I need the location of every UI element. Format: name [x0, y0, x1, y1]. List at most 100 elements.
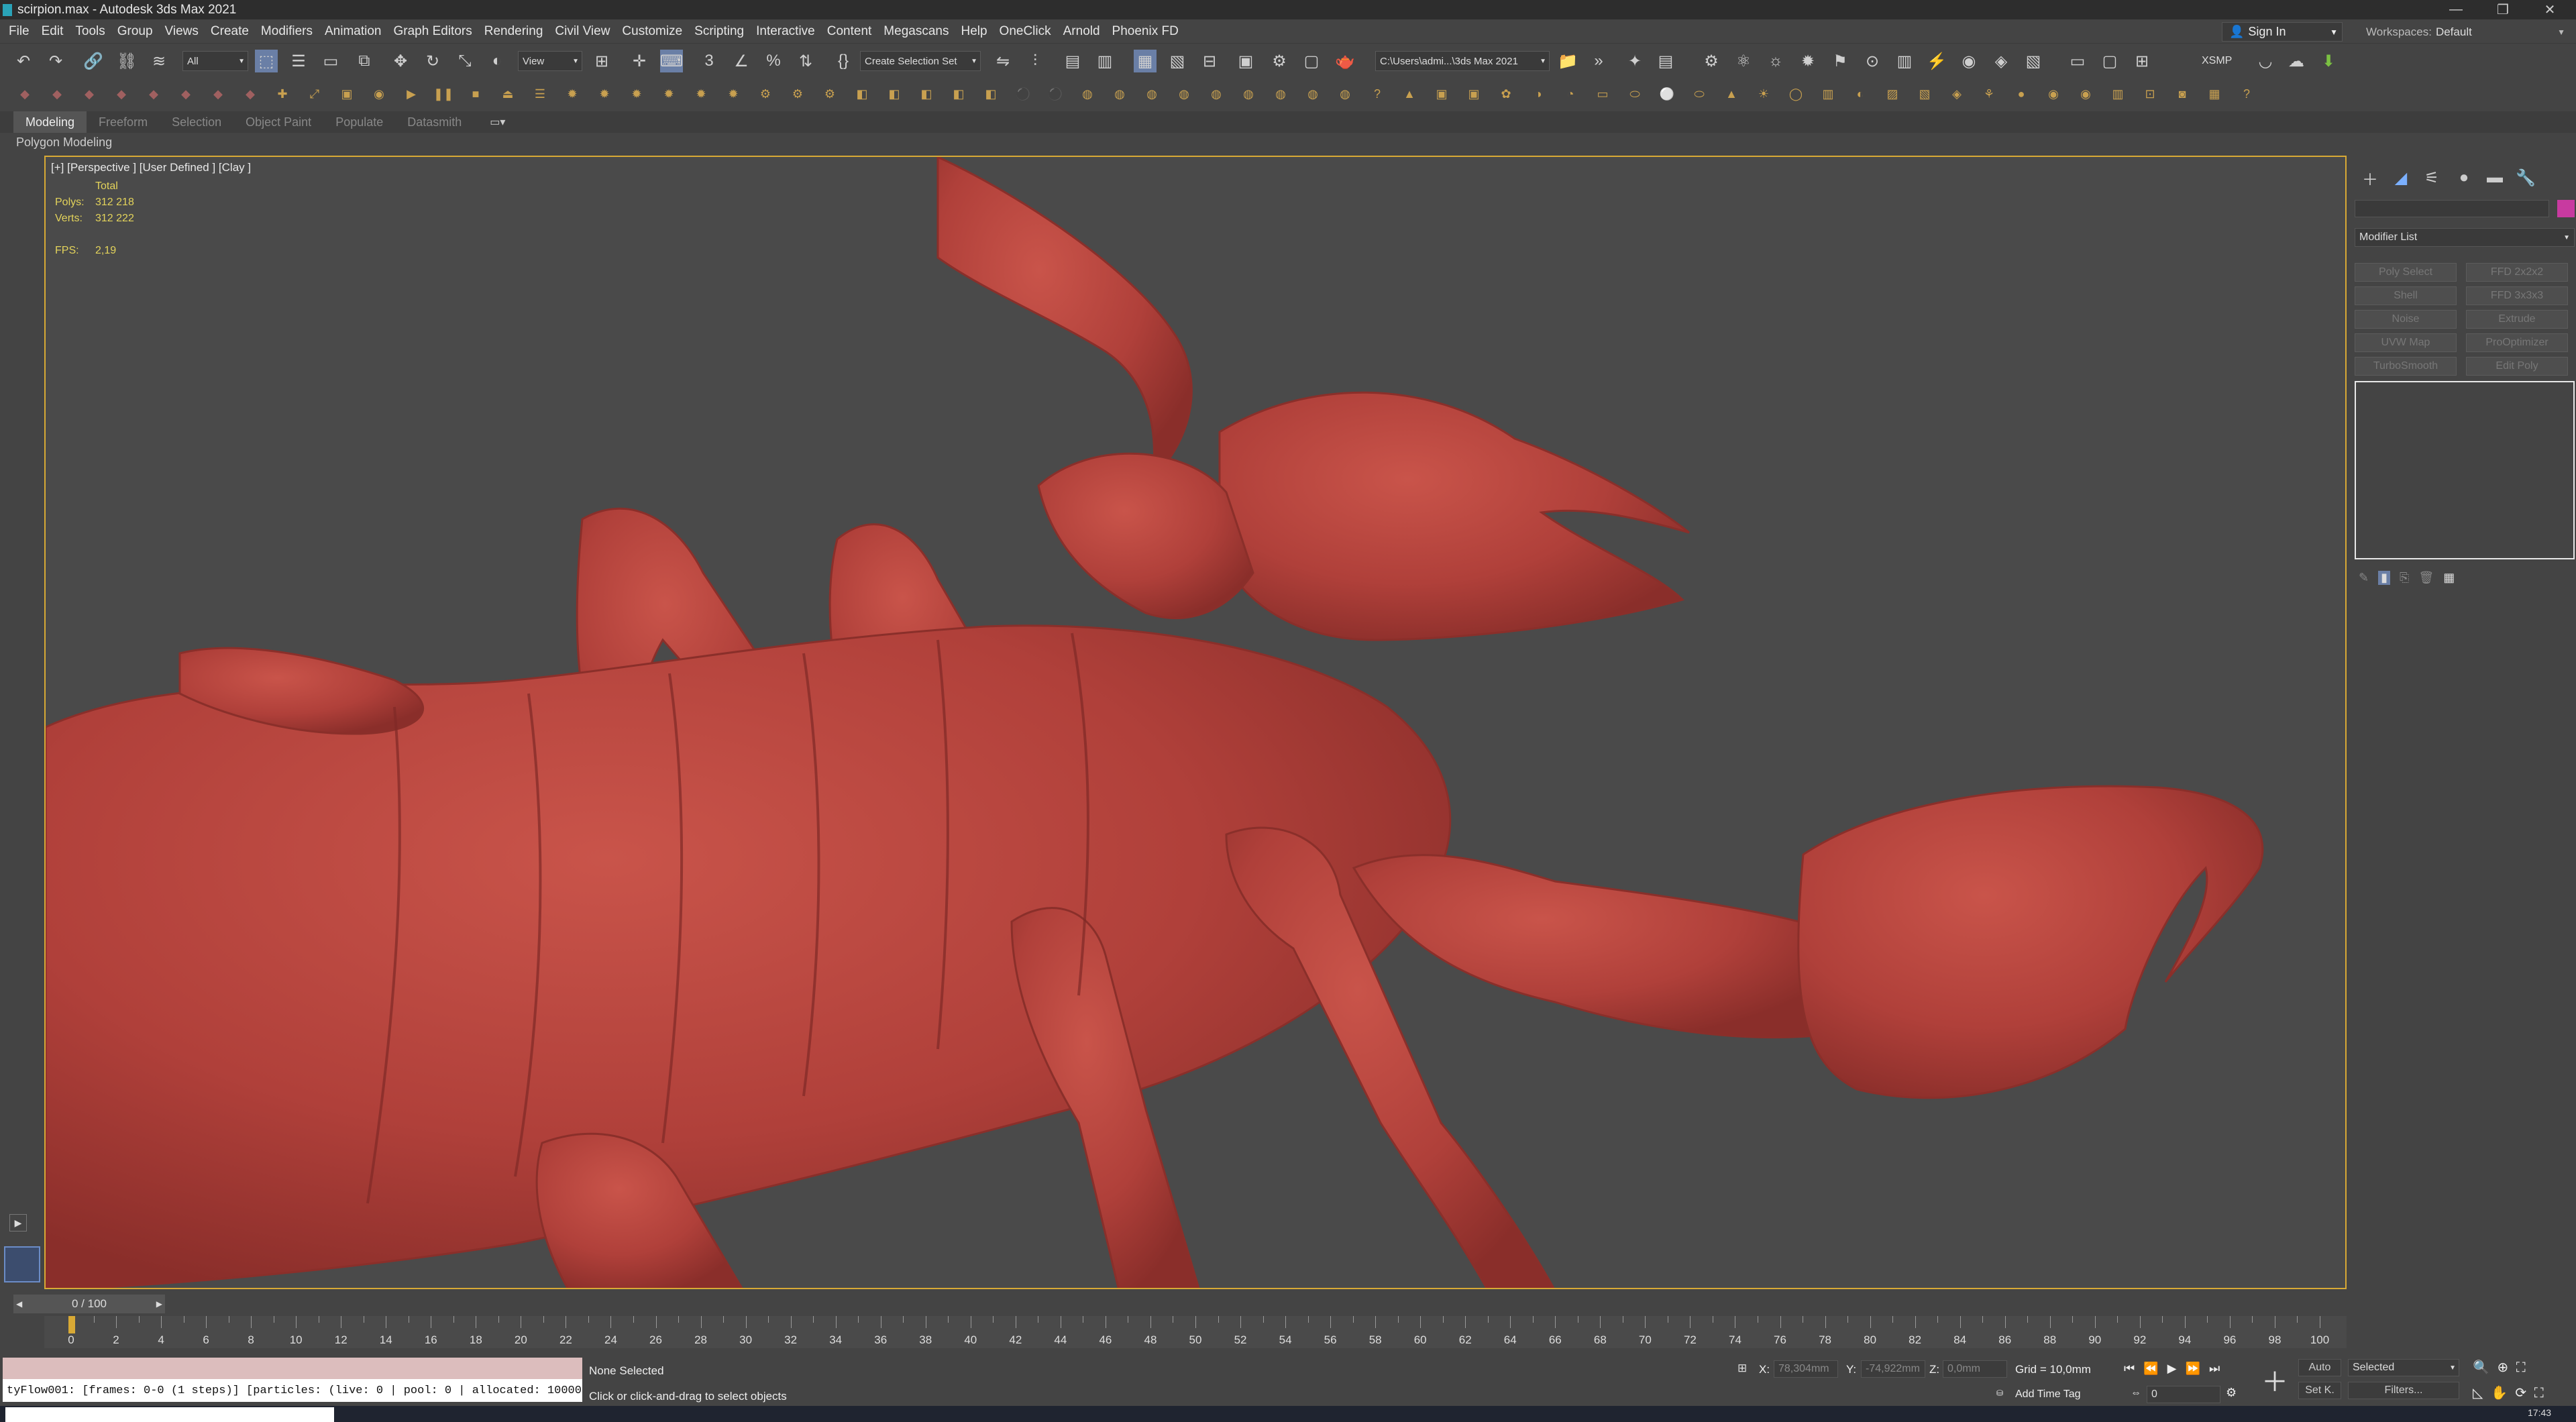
tool-icon-15[interactable]: ■: [464, 83, 487, 105]
tool-icon-46[interactable]: ▣: [1462, 83, 1485, 105]
tab-freeform[interactable]: Freeform: [87, 111, 160, 133]
ref-coord-dropdown[interactable]: View ▼: [518, 51, 582, 71]
tool-icon-20[interactable]: ✹: [625, 83, 648, 105]
modifier-button-ffd-3x3x3[interactable]: FFD 3x3x3: [2466, 286, 2568, 305]
tab-selection[interactable]: Selection: [160, 111, 233, 133]
curve-editor-icon[interactable]: ▧: [1166, 50, 1189, 72]
modify-tab-icon[interactable]: ◢: [2388, 165, 2414, 190]
ribbon-toggle-icon[interactable]: ▦: [1134, 50, 1157, 72]
tool-icon-40[interactable]: ◍: [1269, 83, 1292, 105]
menu-views[interactable]: Views: [159, 19, 205, 44]
plugin-icon-12[interactable]: ▭: [2066, 50, 2089, 72]
modifier-button-turbosmooth[interactable]: TurboSmooth: [2355, 357, 2457, 376]
plugin-icon-8[interactable]: ⚡: [1925, 50, 1948, 72]
restore-button[interactable]: ❐: [2479, 0, 2526, 19]
tool-icon-34[interactable]: ◍: [1076, 83, 1099, 105]
utilities-tab-icon[interactable]: 🔧: [2513, 165, 2538, 190]
menu-edit[interactable]: Edit: [36, 19, 70, 44]
tool-icon-8[interactable]: ◆: [239, 83, 262, 105]
play-icon[interactable]: ▶: [2167, 1362, 2177, 1375]
overflow-icon[interactable]: »: [1587, 50, 1610, 72]
plugin-icon-17[interactable]: ⬇: [2317, 50, 2340, 72]
next-frame-icon[interactable]: ⏩: [2186, 1362, 2200, 1375]
motion-tab-icon[interactable]: ●: [2451, 165, 2477, 190]
xsmp-label[interactable]: XSMP: [2202, 55, 2232, 67]
pin-stack-icon[interactable]: ✎: [2359, 571, 2369, 585]
tool-icon-7[interactable]: ◆: [207, 83, 229, 105]
show-end-result-icon[interactable]: ▮: [2378, 570, 2390, 585]
tool-icon-2[interactable]: ◆: [46, 83, 68, 105]
zoom-icon[interactable]: 🔍: [2473, 1360, 2489, 1375]
tab-datasmith[interactable]: Datasmith: [395, 111, 474, 133]
tool-icon-59[interactable]: ▨: [1881, 83, 1904, 105]
selection-set-dropdown[interactable]: Create Selection Set ▼: [860, 51, 981, 71]
tool-icon-49[interactable]: ◔: [1559, 83, 1582, 105]
plugin-icon-15[interactable]: ◡: [2254, 50, 2277, 72]
key-filter-dropdown[interactable]: Selected ▼: [2348, 1359, 2459, 1376]
close-button[interactable]: ✕: [2526, 0, 2573, 19]
time-slider-prev-icon[interactable]: ◀: [16, 1299, 22, 1309]
menu-oneclick[interactable]: OneClick: [994, 19, 1057, 44]
tool-icon-53[interactable]: ⬭: [1688, 83, 1711, 105]
plugin-icon-7[interactable]: ▥: [1893, 50, 1916, 72]
tool-icon-37[interactable]: ◍: [1173, 83, 1195, 105]
tool-icon-24[interactable]: ⚙: [754, 83, 777, 105]
layer-explorer-icon[interactable]: ▥: [1093, 50, 1116, 72]
unlink-icon[interactable]: ⛓: [115, 50, 138, 72]
current-frame-field[interactable]: 0: [2147, 1386, 2220, 1403]
plugin-icon-5[interactable]: ⚑: [1829, 50, 1851, 72]
viewport-layout-icon[interactable]: [4, 1246, 40, 1282]
tool-icon-3[interactable]: ◆: [78, 83, 101, 105]
tool-icon-1[interactable]: ◆: [13, 83, 36, 105]
tool-icon-64[interactable]: ◉: [2042, 83, 2065, 105]
tool-icon-28[interactable]: ◧: [883, 83, 906, 105]
menu-interactive[interactable]: Interactive: [750, 19, 821, 44]
tool-icon-41[interactable]: ◍: [1301, 83, 1324, 105]
hierarchy-tab-icon[interactable]: ⚟: [2419, 165, 2445, 190]
plugin-icon-6[interactable]: ⊙: [1861, 50, 1884, 72]
spinner-snap-icon[interactable]: ⇅: [794, 50, 817, 72]
menu-file[interactable]: File: [3, 19, 36, 44]
plugin-icon-13[interactable]: ▢: [2098, 50, 2121, 72]
tab-modeling[interactable]: Modeling: [13, 111, 87, 133]
plugin-icon-3[interactable]: ⚙: [1700, 50, 1723, 72]
snaps-toggle-icon[interactable]: 3: [698, 50, 720, 72]
set-key-button[interactable]: Set K.: [2298, 1382, 2341, 1399]
set-key-icon[interactable]: ＋: [2258, 1358, 2292, 1402]
modifier-button-edit-poly[interactable]: Edit Poly: [2466, 357, 2568, 376]
tool-icon-65[interactable]: ◉: [2074, 83, 2097, 105]
tool-icon-4[interactable]: ◆: [110, 83, 133, 105]
tool-icon-6[interactable]: ◆: [174, 83, 197, 105]
tool-icon-55[interactable]: ☀: [1752, 83, 1775, 105]
tool-icon-67[interactable]: ⊡: [2139, 83, 2161, 105]
modifier-button-prooptimizer[interactable]: ProOptimizer: [2466, 333, 2568, 352]
modifier-button-ffd-2x2x2[interactable]: FFD 2x2x2: [2466, 263, 2568, 282]
tool-icon-66[interactable]: ▥: [2106, 83, 2129, 105]
previous-frame-icon[interactable]: ⏪: [2143, 1362, 2158, 1375]
project-path-dropdown[interactable]: C:\Users\admi...\3ds Max 2021 ▼: [1375, 51, 1550, 71]
ribbon-options-icon[interactable]: ▭▾: [490, 115, 505, 129]
plugin-icon-16[interactable]: ☁: [2285, 50, 2308, 72]
tool-icon-38[interactable]: ◍: [1205, 83, 1228, 105]
time-tag-icon[interactable]: ⛁: [1996, 1388, 2003, 1398]
bind-spacewarp-icon[interactable]: ≋: [148, 50, 170, 72]
tool-icon-21[interactable]: ✹: [657, 83, 680, 105]
tool-icon-11[interactable]: ▣: [335, 83, 358, 105]
scene-explorer-icon[interactable]: ▤: [1061, 50, 1084, 72]
tool-icon-26[interactable]: ⚙: [818, 83, 841, 105]
material-editor-icon[interactable]: ▣: [1234, 50, 1257, 72]
tool-icon-57[interactable]: ▥: [1817, 83, 1839, 105]
tool-icon-16[interactable]: ⏏: [496, 83, 519, 105]
render-setup-icon[interactable]: ⚙: [1268, 50, 1291, 72]
tool-icon-39[interactable]: ◍: [1237, 83, 1260, 105]
modifier-stack[interactable]: [2355, 381, 2575, 559]
plugin-icon-11[interactable]: ▧: [2022, 50, 2045, 72]
tool-icon-62[interactable]: ⚘: [1978, 83, 2000, 105]
taskbar-search-box[interactable]: [5, 1407, 334, 1422]
angle-snap-icon[interactable]: ∠: [730, 50, 753, 72]
menu-tools[interactable]: Tools: [69, 19, 111, 44]
tool-icon-44[interactable]: ▲: [1398, 83, 1421, 105]
menu-phoenix-fd[interactable]: Phoenix FD: [1106, 19, 1185, 44]
keyboard-shortcut-override-icon[interactable]: ⌨: [660, 50, 683, 72]
menu-customize[interactable]: Customize: [616, 19, 688, 44]
